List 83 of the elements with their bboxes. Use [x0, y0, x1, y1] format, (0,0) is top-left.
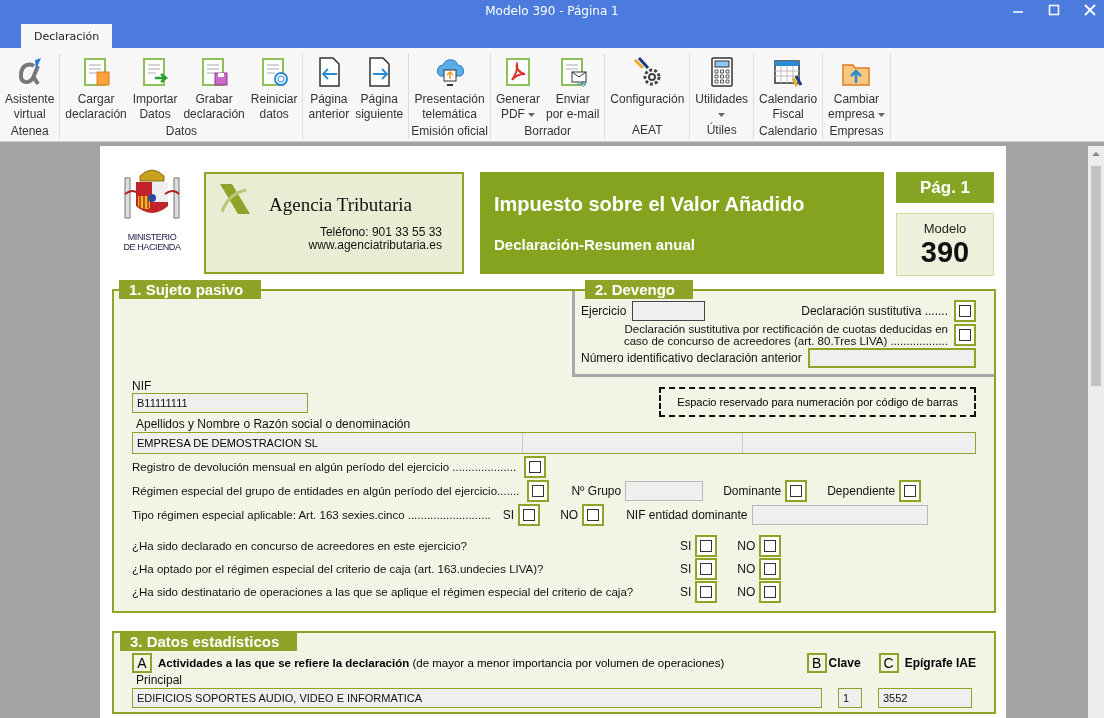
section-title: 1. Sujeto pasivo — [119, 280, 262, 299]
input-field[interactable]: EMPRESA DE DEMOSTRACION SL — [132, 432, 976, 454]
input-field[interactable]: EDIFICIOS SOPORTES AUDIO, VIDEO E INFORMATICA — [132, 688, 822, 708]
field-label: Ejercicio — [581, 304, 627, 318]
field-label: Apellidos y Nombre o Razón social o denominación — [136, 417, 412, 431]
question-text: ¿Ha sido declarado en concurso de acreedores en este ejercicio? — [132, 540, 468, 552]
ribbon-button[interactable]: Calendario Fiscal — [756, 54, 821, 124]
ribbon-button[interactable]: Página anterior — [305, 54, 353, 139]
ribbon-button[interactable]: Generar PDF — [492, 54, 543, 124]
ribbon-group-label: Datos — [165, 124, 198, 139]
option-label: NO — [560, 508, 579, 522]
maximize-icon[interactable] — [1048, 4, 1060, 16]
option-label: SI — [680, 539, 692, 553]
ministry-name: MINISTERIO — [127, 232, 177, 242]
input-field[interactable]: B11111111 — [132, 393, 308, 413]
letter-label: C — [878, 653, 899, 673]
field-label: Régimen especial del grupo de entidades en algún período del ejercicio....... — [132, 485, 521, 497]
ribbon-button[interactable]: Grabar declaración — [180, 54, 248, 124]
scroll-thumb[interactable] — [1091, 166, 1101, 386]
ribbon-group-label: Borrador — [524, 124, 571, 139]
letter-label: B — [806, 653, 827, 673]
field-label: Tipo régimen especial aplicable: Art. 163 sexies.cinco .......................... — [132, 509, 492, 521]
agency-logo-icon — [218, 182, 252, 216]
ribbon-button[interactable]: Configuración — [607, 54, 688, 123]
field-label: Declaración sustitutiva ....... — [801, 304, 948, 318]
page-number: Pág. 1 — [896, 172, 994, 203]
option-label: NO — [737, 539, 756, 553]
ribbon-tab[interactable]: Declaración — [21, 24, 113, 48]
section-title: 2. Devengo — [585, 280, 694, 299]
ribbon-group-label: Calendario — [759, 124, 818, 139]
option-label: NO — [737, 585, 756, 599]
ribbon-button[interactable]: Cargar declaración — [62, 54, 130, 124]
ribbon-button[interactable]: Presentación telemática — [411, 54, 488, 124]
form-subtitle: Declaración-Resumen anual — [494, 236, 696, 253]
ribbon-button[interactable]: Importar Datos — [129, 54, 181, 124]
field-label: Registro de devolución mensual en algún período del ejercicio .................... — [132, 461, 518, 473]
ministry-name: DE HACIENDA — [123, 242, 181, 252]
field-label: Nº Grupo — [571, 484, 622, 498]
ribbon-button[interactable]: Reiniciar datos — [247, 54, 301, 124]
input-field[interactable]: 3552 — [878, 688, 972, 708]
column-heading: Clave — [828, 656, 861, 670]
barcode-space-note: Espacio reservado para numeración por código de barras — [659, 387, 976, 417]
ribbon-group-label: Útiles — [706, 123, 737, 139]
ribbon-button[interactable]: Enviar por e-mail — [542, 54, 603, 124]
model-label: Modelo — [923, 221, 967, 236]
close-icon[interactable] — [1084, 4, 1096, 16]
section-title: 3. Datos estadísticos — [120, 632, 298, 651]
ribbon-group-label: Empresas — [829, 124, 884, 139]
field-label: Declaración sustitutiva por rectificación de cuotas deducidas en caso de concurso de acreedores (art. 80.Tres LIVA) .................. — [622, 323, 948, 347]
ribbon-button[interactable]: Página siguiente — [352, 54, 407, 139]
question-text: ¿Ha sido destinatario de operaciones a las que se aplique el régimen especial del criterio de caja? — [132, 586, 635, 598]
option-label: SI — [502, 508, 515, 522]
agency-website: www.agenciatributaria.es — [308, 239, 442, 252]
model-number: 390 — [920, 236, 970, 268]
field-label: NIF — [132, 379, 153, 393]
option-label: SI — [680, 585, 692, 599]
field-label: Dominante — [723, 484, 782, 498]
option-label: NO — [737, 562, 756, 576]
field-label: Dependiente — [827, 484, 896, 498]
ribbon-button[interactable]: Asistente virtual — [2, 54, 58, 124]
ribbon-group-label: Atenea — [10, 124, 49, 139]
column-heading: Epígrafe IAE — [904, 656, 976, 670]
field-label: Número identificativo declaración anterior — [581, 351, 802, 365]
ribbon-group-label: Emisión oficial — [411, 124, 488, 139]
form-title: Impuesto sobre el Valor Añadido — [494, 193, 806, 216]
activities-heading: Actividades a las que se refiere la declaración (de mayor a menor importancia por volumen de operaciones) — [158, 657, 726, 669]
input-field[interactable] — [807, 348, 976, 368]
vertical-scrollbar[interactable] — [1088, 146, 1104, 718]
ribbon-group-label: AEAT — [632, 123, 663, 139]
window-title: Modelo 390 - Página 1 — [485, 4, 619, 18]
option-label: SI — [680, 562, 692, 576]
field-label: Principal — [136, 673, 184, 687]
input-field[interactable] — [625, 481, 704, 501]
ribbon-button[interactable]: Cambiar empresa — [825, 54, 888, 124]
agency-phone: Teléfono: 901 33 55 33 — [319, 226, 442, 239]
ribbon-button[interactable]: Utilidades — [692, 54, 752, 123]
input-field[interactable] — [751, 505, 928, 525]
field-label: NIF entidad dominante — [626, 508, 748, 522]
agency-name: Agencia Tributaria — [269, 194, 412, 216]
question-text: ¿Ha optado por el régimen especial del criterio de caja (art. 163.undecies LIVA)? — [132, 563, 545, 575]
input-field[interactable] — [632, 301, 706, 321]
letter-label: A — [132, 653, 152, 673]
input-field[interactable]: 1 — [838, 688, 862, 708]
